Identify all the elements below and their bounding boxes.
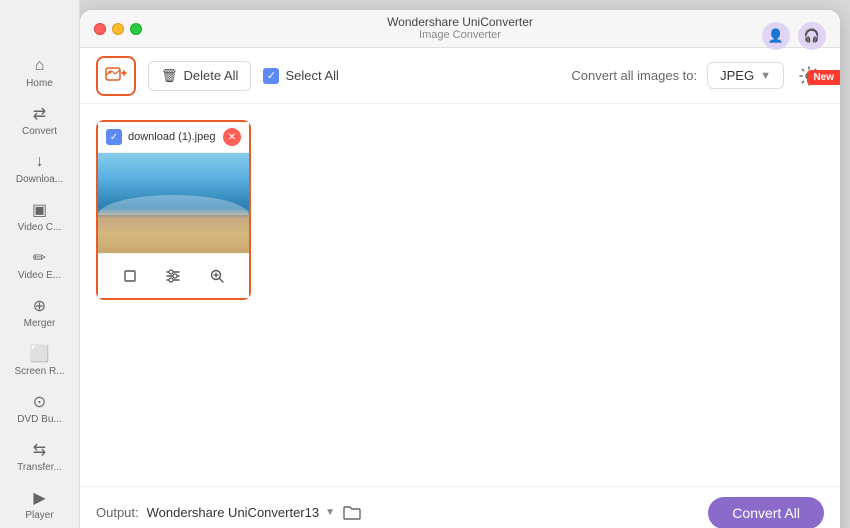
download-icon: ↓	[30, 152, 50, 172]
sidebar-item-screen-label: Screen R...	[14, 366, 64, 378]
output-path-value: Wondershare UniConverter13	[147, 505, 319, 520]
merger-icon: ⊕	[30, 296, 50, 316]
sidebar-item-video-edit[interactable]: ✏ Video E...	[4, 242, 76, 288]
traffic-lights	[94, 23, 142, 35]
title-text: Wondershare UniConverter Image Converter	[387, 15, 533, 43]
open-folder-button[interactable]	[343, 505, 361, 521]
sidebar-item-download-label: Downloa...	[16, 174, 63, 186]
title-bar: Wondershare UniConverter Image Converter…	[80, 10, 840, 48]
delete-all-label: Delete All	[184, 68, 239, 83]
convert-all-button[interactable]: Convert All	[708, 497, 824, 528]
sidebar: ⌂ Home ⇄ Convert ↓ Downloa... ▣ Video C.…	[0, 0, 80, 528]
new-badge: New	[807, 70, 840, 85]
sidebar-item-merger[interactable]: ⊕ Merger	[4, 290, 76, 336]
sidebar-item-player[interactable]: ▶ Player	[4, 482, 76, 528]
close-button[interactable]	[94, 23, 106, 35]
player-icon: ▶	[30, 488, 50, 508]
sidebar-item-videoedit-label: Video E...	[18, 270, 61, 282]
main-window: Wondershare UniConverter Image Converter…	[80, 10, 840, 528]
delete-all-button[interactable]: 🗑 Delete All	[148, 61, 251, 91]
sidebar-item-dvd[interactable]: ⊙ DVD Bu...	[4, 386, 76, 432]
card-actions	[98, 253, 249, 298]
crop-button[interactable]	[116, 262, 144, 290]
format-value: JPEG	[720, 68, 754, 83]
sidebar-item-home-label: Home	[26, 78, 53, 90]
select-all-checkbox[interactable]: ✓ Select All	[263, 68, 338, 84]
image-card-header: ✓ download (1).jpeg ✕	[98, 122, 249, 153]
dvd-icon: ⊙	[30, 392, 50, 412]
app-container: ⌂ Home ⇄ Convert ↓ Downloa... ▣ Video C.…	[0, 0, 850, 528]
bottom-bar: Output: Wondershare UniConverter13 ▼ Con…	[80, 486, 840, 528]
convert-all-label: Convert all images to:	[571, 68, 697, 83]
add-image-button[interactable]	[96, 56, 136, 96]
card-remove-button[interactable]: ✕	[223, 128, 241, 146]
output-path[interactable]: Wondershare UniConverter13 ▼	[147, 505, 335, 520]
sidebar-item-dvd-label: DVD Bu...	[17, 414, 61, 426]
image-card: ✓ download (1).jpeg ✕	[96, 120, 251, 300]
format-select[interactable]: JPEG ▼	[707, 62, 784, 89]
toolbar-right: Convert all images to: JPEG ▼	[571, 61, 824, 91]
sidebar-item-transfer-label: Transfer...	[17, 462, 62, 474]
convert-icon: ⇄	[30, 104, 50, 124]
checkbox-checked-icon: ✓	[263, 68, 279, 84]
crop-icon	[122, 268, 138, 284]
video-edit-icon: ✏	[30, 248, 50, 268]
sidebar-item-convert[interactable]: ⇄ Convert	[4, 98, 76, 144]
home-icon: ⌂	[30, 56, 50, 76]
sidebar-item-transfer[interactable]: ⇆ Transfer...	[4, 434, 76, 480]
chevron-down-icon: ▼	[760, 70, 771, 82]
sidebar-item-convert-label: Convert	[22, 126, 57, 138]
transfer-icon: ⇆	[30, 440, 50, 460]
zoom-icon	[209, 268, 225, 284]
minimize-button[interactable]	[112, 23, 124, 35]
sidebar-item-video-comp[interactable]: ▣ Video C...	[4, 194, 76, 240]
sidebar-item-download[interactable]: ↓ Downloa...	[4, 146, 76, 192]
support-icon[interactable]: 🎧	[798, 22, 826, 50]
app-subtitle: Image Converter	[387, 29, 533, 42]
zoom-button[interactable]	[203, 262, 231, 290]
maximize-button[interactable]	[130, 23, 142, 35]
select-all-label: Select All	[285, 68, 338, 83]
top-right-icons: 👤 🎧	[762, 22, 826, 50]
sidebar-item-merger-label: Merger	[24, 318, 56, 330]
toolbar: 🗑 Delete All ✓ Select All Convert all im…	[80, 48, 840, 104]
app-name: Wondershare UniConverter	[387, 15, 533, 29]
card-filename: download (1).jpeg	[128, 131, 217, 143]
output-label: Output:	[96, 505, 139, 520]
card-image-preview	[98, 153, 249, 253]
adjust-icon	[165, 268, 181, 284]
card-image	[98, 153, 249, 253]
sidebar-item-home[interactable]: ⌂ Home	[4, 50, 76, 96]
sidebar-item-videocomp-label: Video C...	[18, 222, 62, 234]
add-image-icon	[105, 65, 127, 87]
video-comp-icon: ▣	[30, 200, 50, 220]
chevron-down-icon: ▼	[325, 507, 335, 518]
sidebar-item-screen[interactable]: ⬜ Screen R...	[4, 338, 76, 384]
sidebar-item-player-label: Player	[25, 510, 53, 522]
trash-icon: 🗑	[161, 68, 178, 84]
account-icon[interactable]: 👤	[762, 22, 790, 50]
card-checkbox[interactable]: ✓	[106, 129, 122, 145]
folder-icon	[343, 505, 361, 521]
content-area: ✓ download (1).jpeg ✕	[80, 104, 840, 486]
adjust-button[interactable]	[159, 262, 187, 290]
screen-icon: ⬜	[30, 344, 50, 364]
